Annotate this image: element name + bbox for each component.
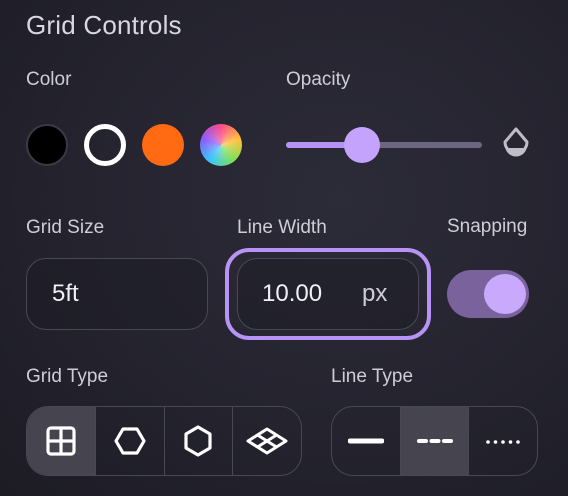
grid-type-selector: [26, 406, 302, 476]
square-grid-icon: [46, 426, 76, 456]
dashed-line-icon: [416, 439, 453, 443]
snapping-toggle-knob: [484, 274, 526, 314]
line-width-value: 10.00: [262, 280, 323, 307]
grid-type-square-button[interactable]: [27, 407, 96, 475]
opacity-slider-handle[interactable]: [344, 127, 380, 163]
grid-type-hex-pointy-button[interactable]: [165, 407, 234, 475]
line-width-unit: px: [362, 280, 388, 307]
line-type-dotted-button[interactable]: [469, 407, 537, 475]
isometric-icon: [246, 427, 288, 455]
hex-pointy-icon: [184, 425, 212, 457]
snapping-label: Snapping: [447, 216, 528, 237]
grid-size-label: Grid Size: [26, 217, 105, 238]
line-width-label: Line Width: [237, 217, 327, 238]
color-swatch-custom[interactable]: [200, 124, 242, 166]
panel-title: Grid Controls: [26, 10, 182, 40]
grid-type-hex-flat-button[interactable]: [96, 407, 165, 475]
dotted-line-icon: [486, 440, 520, 444]
color-swatch-orange[interactable]: [142, 124, 184, 166]
line-type-solid-button[interactable]: [332, 407, 401, 475]
grid-size-value: 5ft: [52, 280, 79, 307]
opacity-label: Opacity: [286, 69, 351, 90]
grid-type-isometric-button[interactable]: [233, 407, 301, 475]
color-swatch-white[interactable]: [84, 124, 126, 166]
color-label: Color: [26, 69, 72, 90]
solid-line-icon: [347, 438, 384, 444]
hex-flat-icon: [114, 427, 146, 455]
line-type-dashed-button[interactable]: [400, 407, 470, 475]
droplet-icon: [503, 127, 529, 157]
line-type-selector: [331, 406, 538, 476]
grid-type-label: Grid Type: [26, 366, 109, 387]
color-swatch-black[interactable]: [26, 124, 68, 166]
line-type-label: Line Type: [331, 366, 414, 387]
